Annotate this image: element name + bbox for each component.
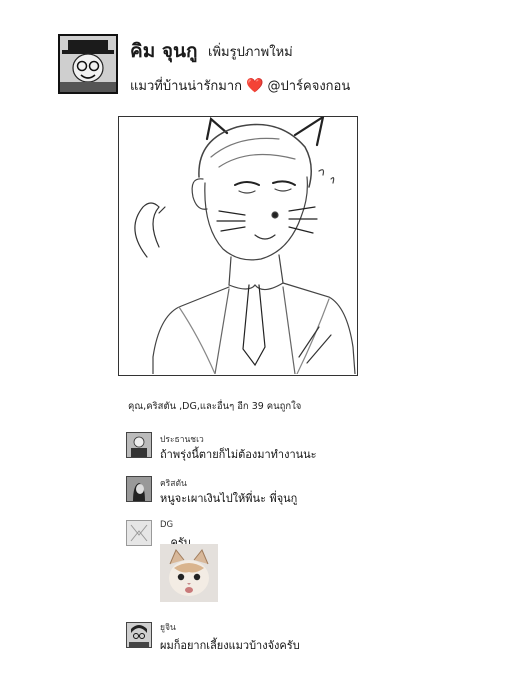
commenter-avatar[interactable] [126, 520, 152, 546]
commenter-avatar[interactable] [126, 432, 152, 458]
comment-text: หนูจะเผาเงินไปให้พี่นะ พี่จุนกู [160, 492, 298, 505]
commenter-name[interactable]: คริสตัน [160, 476, 187, 490]
heart-icon: ❤️ [246, 77, 264, 94]
commenter-name[interactable]: ประธานชเว [160, 432, 204, 446]
cat-photo-attachment[interactable] [160, 544, 218, 602]
post-image[interactable] [118, 116, 358, 376]
likes-summary[interactable]: คุณ,คริสตัน ,DG,และอื่นๆ อีก 39 คนถูกใจ [128, 399, 301, 414]
commenter-avatar[interactable] [126, 622, 152, 648]
commenter-name[interactable]: DG [160, 520, 173, 530]
caption-text: แมวที่บ้านน่ารักมาก [130, 79, 243, 94]
commenter-avatar[interactable] [126, 476, 152, 502]
poster-avatar[interactable] [58, 34, 118, 94]
caption-mention[interactable]: @ปาร์คจงกอน [267, 75, 350, 96]
comment-text: ผมก็อยากเลี้ยงแมวบ้างจังครับ [160, 639, 300, 652]
comment-text: ถ้าพรุ่งนี้ตายก็ไม่ต้องมาทำงานนะ [160, 448, 317, 461]
poster-name[interactable]: คิม จุนกู [130, 36, 197, 66]
post-caption: แมวที่บ้านน่ารักมาก ❤️ @ปาร์คจงกอน [130, 75, 350, 96]
post-action-text: เพิ่มรูปภาพใหม่ [208, 45, 293, 60]
commenter-name[interactable]: ยูจิน [160, 620, 176, 634]
